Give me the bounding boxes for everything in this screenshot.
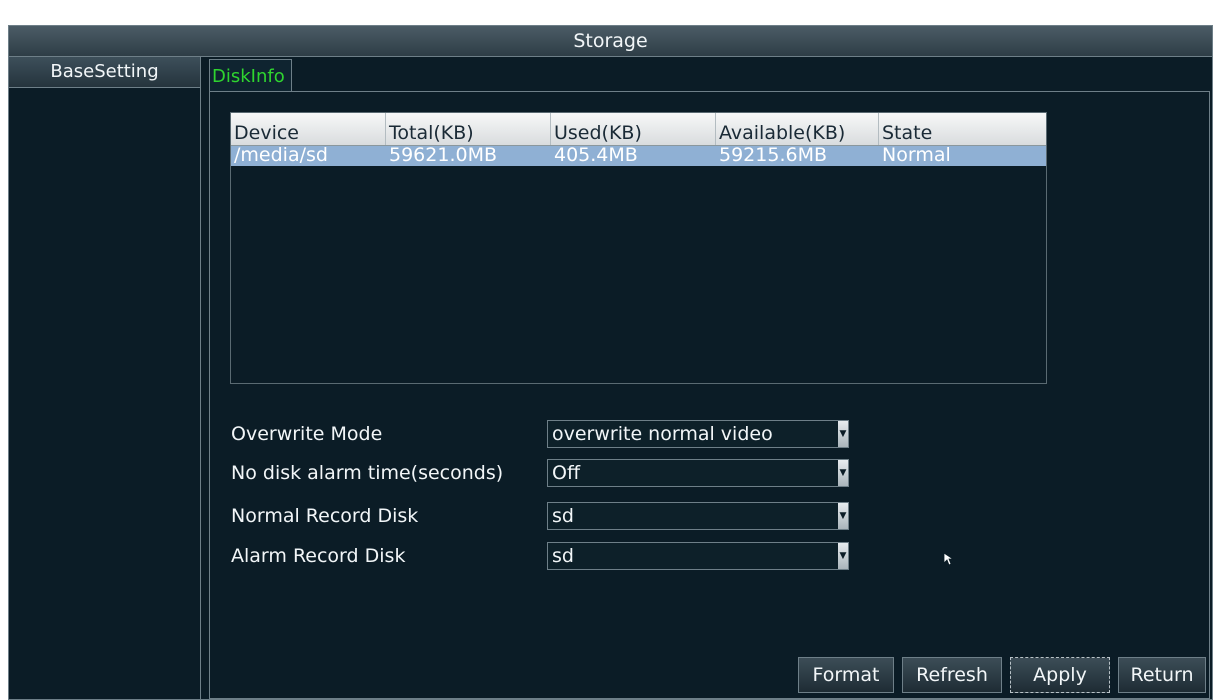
chevron-down-icon[interactable]: ▼ [838, 503, 848, 529]
cell-available: 59215.6MB [719, 146, 827, 166]
chevron-down-icon[interactable]: ▼ [838, 460, 848, 486]
diskinfo-panel: Device Total(KB) Used(KB) Available(KB) … [209, 91, 1210, 699]
no-disk-alarm-row: No disk alarm time(seconds) Off ▼ [230, 459, 930, 487]
column-header-state: State [882, 122, 933, 144]
no-disk-alarm-value: Off [552, 462, 581, 484]
mouse-pointer-icon [943, 552, 955, 566]
table-row[interactable]: /media/sd 59621.0MB 405.4MB 59215.6MB No… [231, 146, 1046, 166]
disk-table[interactable]: Device Total(KB) Used(KB) Available(KB) … [230, 112, 1047, 384]
storage-window: Storage BaseSetting DiskInfo Device Tota… [8, 25, 1213, 700]
normal-record-disk-row: Normal Record Disk sd ▼ [230, 502, 930, 530]
column-header-device: Device [231, 113, 386, 145]
cell-used: 405.4MB [554, 146, 638, 166]
window-title: Storage [9, 26, 1212, 57]
apply-button[interactable]: Apply [1010, 657, 1110, 693]
cell-total: 59621.0MB [389, 146, 497, 166]
alarm-record-disk-label: Alarm Record Disk [231, 545, 406, 567]
sidebar: BaseSetting [9, 57, 201, 699]
column-header-total: Total(KB) [386, 113, 551, 145]
normal-record-disk-label: Normal Record Disk [231, 505, 419, 527]
return-button[interactable]: Return [1118, 657, 1206, 693]
sidebar-item-basesetting[interactable]: BaseSetting [9, 57, 200, 88]
chevron-down-icon[interactable]: ▼ [838, 543, 848, 569]
normal-record-disk-select[interactable]: sd ▼ [547, 502, 849, 530]
overwrite-mode-select[interactable]: overwrite normal video ▼ [547, 420, 849, 448]
format-button[interactable]: Format [798, 657, 894, 693]
alarm-record-disk-row: Alarm Record Disk sd ▼ [230, 542, 930, 570]
alarm-record-disk-select[interactable]: sd ▼ [547, 542, 849, 570]
cell-state: Normal [882, 146, 951, 166]
normal-record-disk-value: sd [552, 505, 574, 527]
alarm-record-disk-value: sd [552, 545, 574, 567]
overwrite-mode-row: Overwrite Mode overwrite normal video ▼ [230, 420, 930, 448]
overwrite-mode-value: overwrite normal video [552, 423, 773, 445]
no-disk-alarm-label: No disk alarm time(seconds) [231, 462, 504, 484]
overwrite-mode-label: Overwrite Mode [231, 423, 383, 445]
tab-diskinfo[interactable]: DiskInfo [209, 59, 292, 91]
cell-device: /media/sd [234, 146, 328, 166]
column-header-used: Used(KB) [551, 113, 716, 145]
table-header: Device Total(KB) Used(KB) Available(KB) … [231, 113, 1046, 146]
no-disk-alarm-select[interactable]: Off ▼ [547, 459, 849, 487]
column-header-available: Available(KB) [716, 113, 879, 145]
chevron-down-icon[interactable]: ▼ [838, 421, 848, 447]
refresh-button[interactable]: Refresh [902, 657, 1002, 693]
